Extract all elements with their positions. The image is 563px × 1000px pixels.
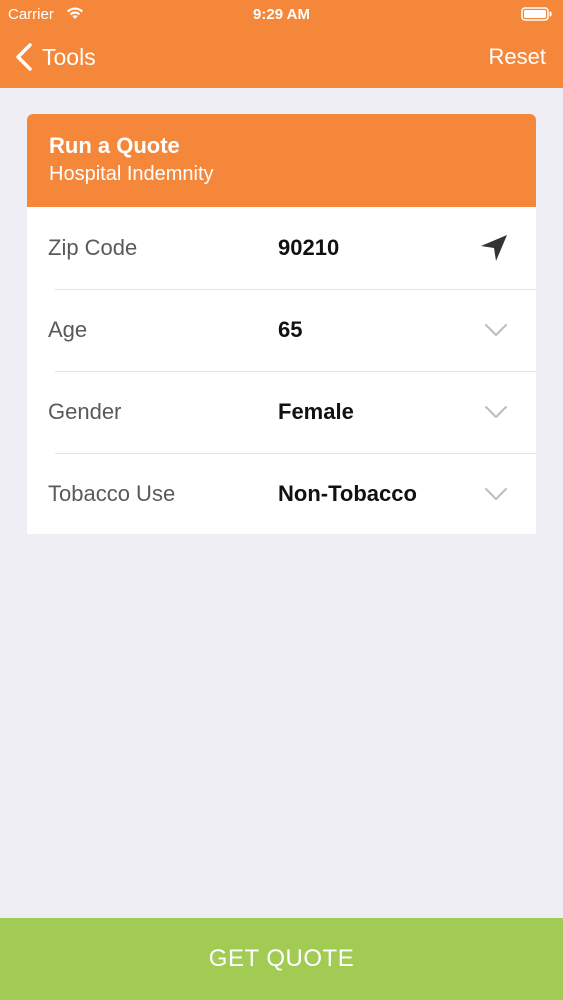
tobacco-use-label: Tobacco Use xyxy=(48,481,176,506)
tobacco-use-row[interactable]: Tobacco Use Non-Tobacco xyxy=(27,453,536,534)
card-title: Run a Quote xyxy=(49,133,180,158)
get-quote-button[interactable]: GET QUOTE xyxy=(0,918,563,1000)
zip-code-row[interactable]: Zip Code 90210 xyxy=(27,207,536,289)
tobacco-use-value[interactable]: Non-Tobacco xyxy=(278,481,417,507)
age-label: Age xyxy=(48,317,88,342)
back-button[interactable]: Tools xyxy=(14,40,96,74)
gender-row[interactable]: Gender Female xyxy=(27,371,536,453)
chevron-down-icon xyxy=(485,406,507,418)
age-value[interactable]: 65 xyxy=(278,317,302,343)
quote-card: Run a Quote Hospital Indemnity Zip Code … xyxy=(27,114,536,534)
card-header: Run a Quote Hospital Indemnity xyxy=(27,114,536,207)
card-subtitle: Hospital Indemnity xyxy=(49,163,214,185)
gender-label: Gender xyxy=(48,399,122,424)
nav-header: Carrier 9:29 AM Tools Reset xyxy=(0,0,563,88)
zip-code-field[interactable]: 90210 xyxy=(278,235,339,261)
status-bar: Carrier 9:29 AM xyxy=(0,0,563,30)
zip-code-label: Zip Code xyxy=(48,235,138,260)
age-row[interactable]: Age 65 xyxy=(27,289,536,371)
gender-value[interactable]: Female xyxy=(278,399,354,425)
location-arrow-icon[interactable] xyxy=(478,232,510,264)
chevron-down-icon xyxy=(485,488,507,500)
status-time: 9:29 AM xyxy=(253,6,310,23)
battery-icon xyxy=(521,7,552,21)
chevron-left-icon xyxy=(16,43,32,71)
chevron-down-icon xyxy=(485,324,507,336)
reset-button[interactable]: Reset xyxy=(489,44,546,70)
back-button-label: Tools xyxy=(42,43,96,70)
